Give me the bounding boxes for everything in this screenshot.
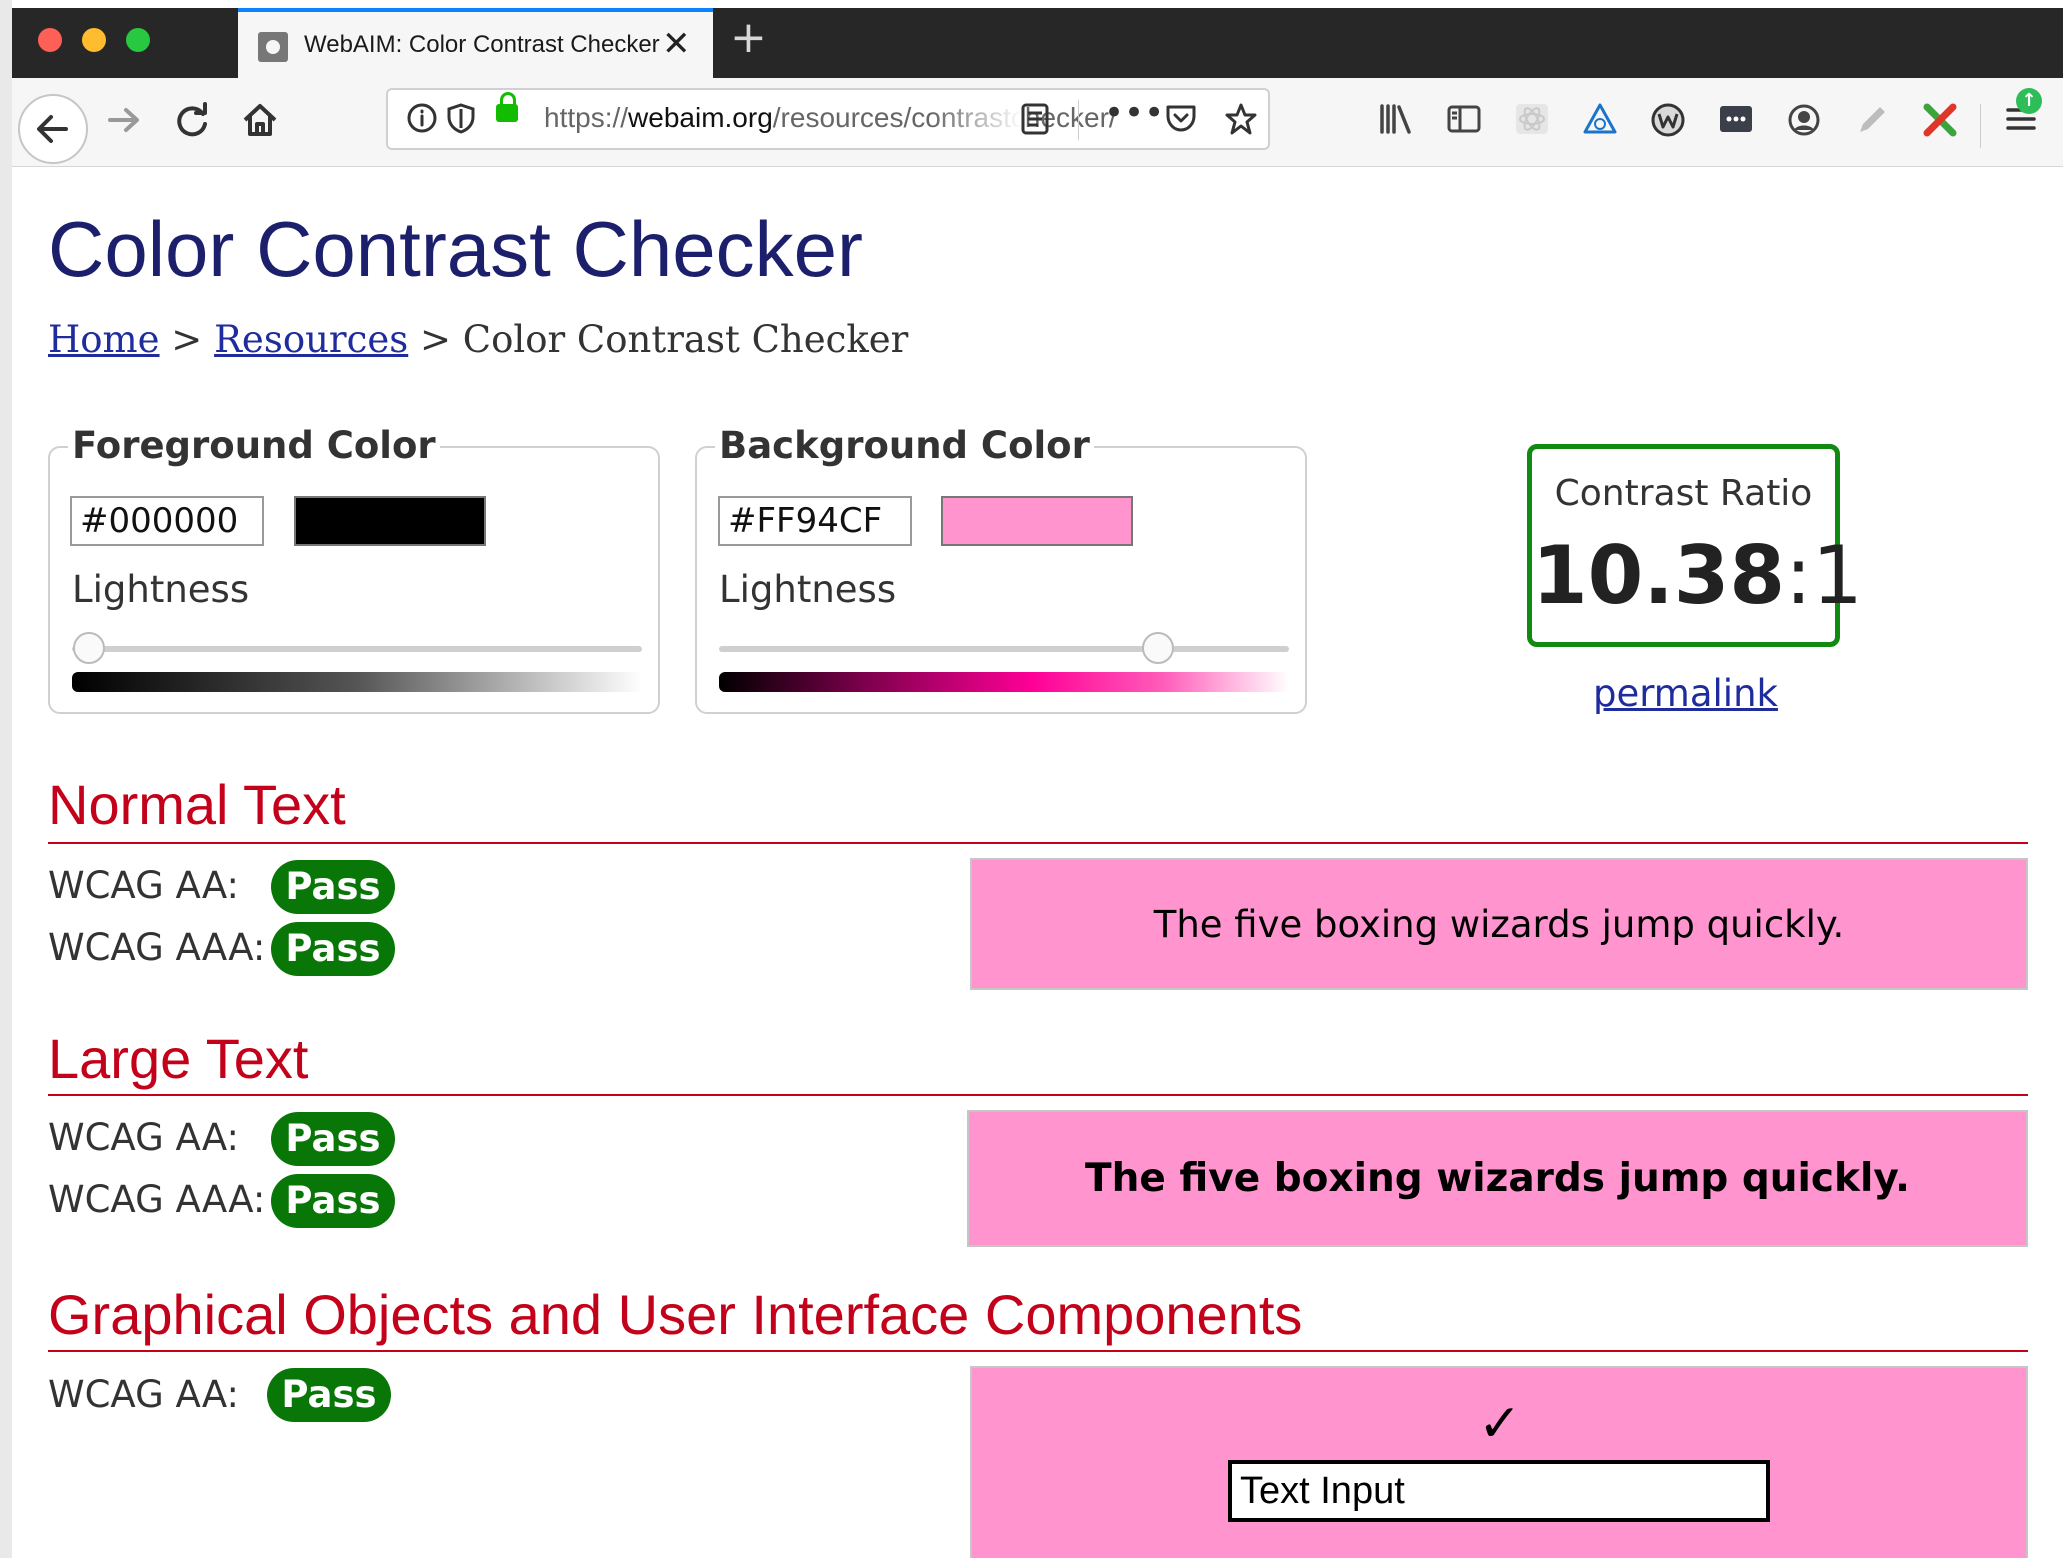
color-picker-extension-icon[interactable]	[1922, 102, 1958, 144]
extension-dots-icon[interactable]	[1718, 102, 1754, 142]
url-host: webaim.org	[628, 102, 773, 133]
foreground-color-picker[interactable]	[294, 496, 486, 546]
section-divider	[48, 1350, 2028, 1352]
contrast-ratio-box: Contrast Ratio 10.38:1	[1527, 444, 1863, 647]
background-color-picker[interactable]	[941, 496, 1133, 546]
sidebar-icon[interactable]	[1446, 102, 1482, 142]
reload-icon	[177, 102, 207, 137]
reader-view-icon[interactable]	[1020, 102, 1050, 142]
breadcrumb-separator: >	[171, 318, 203, 361]
zoom-window-button[interactable]	[126, 28, 150, 52]
url-bar[interactable]: https://webaim.org/resources/contrastche…	[386, 88, 1270, 150]
breadcrumb-home-link[interactable]: Home	[48, 318, 160, 361]
reload-button[interactable]	[172, 100, 212, 147]
back-button[interactable]	[18, 94, 88, 164]
graphical-wcag-aa-label: WCAG AA:	[48, 1373, 239, 1416]
secure-lock-icon[interactable]	[496, 92, 518, 122]
tab-title: WebAIM: Color Contrast Checker	[304, 31, 660, 58]
background-lightness-thumb[interactable]	[1141, 632, 1174, 664]
toolbar-divider	[1980, 104, 1981, 148]
page-actions-icon[interactable]: •••	[1104, 96, 1164, 130]
background-lightness-label: Lightness	[719, 568, 897, 611]
home-icon	[243, 104, 277, 136]
large-text-heading: Large Text	[48, 1027, 309, 1090]
section-divider	[48, 1094, 2028, 1096]
background-lightness-slider[interactable]	[719, 646, 1289, 652]
normal-wcag-aaa-badge: Pass	[271, 922, 395, 976]
contrast-ratio-suffix: :1	[1785, 529, 1863, 622]
pocket-icon[interactable]	[1164, 102, 1198, 140]
update-available-icon[interactable]: ↑	[2016, 88, 2042, 114]
wave-extension-icon[interactable]	[1650, 102, 1686, 144]
browser-window: WebAIM: Color Contrast Checker ✕ + https…	[0, 0, 2063, 1558]
back-arrow-icon	[37, 115, 68, 143]
graphical-objects-heading: Graphical Objects and User Interface Com…	[48, 1283, 1303, 1346]
page-title: Color Contrast Checker	[48, 205, 863, 293]
pencil-icon[interactable]	[1854, 102, 1890, 144]
info-icon[interactable]	[406, 102, 438, 140]
breadcrumb: Home > Resources > Color Contrast Checke…	[48, 318, 908, 361]
foreground-hex-input[interactable]: #000000	[70, 496, 264, 546]
large-text-sample: The five boxing wizards jump quickly.	[1085, 1156, 1910, 1201]
new-tab-button[interactable]: +	[730, 16, 767, 60]
large-text-preview: The five boxing wizards jump quickly.	[967, 1110, 2028, 1247]
contrast-ratio-value: 10.38:1	[1532, 529, 1863, 622]
breadcrumb-resources-link[interactable]: Resources	[214, 318, 408, 361]
close-tab-icon[interactable]: ✕	[662, 24, 691, 64]
foreground-lightness-gradient	[72, 672, 642, 692]
foreground-color-legend: Foreground Color	[68, 424, 440, 467]
large-wcag-aaa-badge: Pass	[271, 1174, 395, 1228]
tab-webaim[interactable]: WebAIM: Color Contrast Checker ✕	[238, 8, 713, 78]
normal-wcag-aaa-label: WCAG AAA:	[48, 926, 266, 969]
section-divider	[48, 842, 2028, 844]
normal-text-preview: The five boxing wizards jump quickly.	[970, 858, 2028, 990]
foreground-lightness-thumb[interactable]	[73, 632, 106, 664]
contrast-ratio-number: 10.38	[1532, 529, 1786, 622]
background-color-legend: Background Color	[715, 424, 1094, 467]
normal-text-heading: Normal Text	[48, 773, 346, 836]
normal-wcag-aa-label: WCAG AA:	[48, 864, 239, 907]
bookmark-star-icon[interactable]	[1224, 102, 1258, 142]
account-icon[interactable]	[1786, 102, 1822, 144]
large-wcag-aa-badge: Pass	[271, 1112, 395, 1166]
large-wcag-aaa-label: WCAG AAA:	[48, 1178, 266, 1221]
tracking-protection-shield-icon[interactable]	[446, 102, 476, 140]
permalink-link[interactable]: permalink	[1593, 672, 1778, 715]
foreground-lightness-slider[interactable]	[72, 646, 642, 652]
breadcrumb-separator: >	[420, 318, 452, 361]
contrast-ratio-label: Contrast Ratio	[1554, 473, 1813, 514]
url-fade	[932, 90, 1022, 148]
background-lightness-gradient	[719, 672, 1289, 692]
url-divider	[1078, 100, 1079, 140]
close-window-button[interactable]	[38, 28, 62, 52]
window-edge	[0, 0, 12, 1558]
webaim-favicon-icon	[258, 32, 288, 62]
normal-text-sample: The five boxing wizards jump quickly.	[1153, 902, 1845, 946]
forward-button[interactable]	[104, 100, 144, 147]
foreground-lightness-label: Lightness	[72, 568, 250, 611]
url-scheme: https://	[544, 102, 629, 133]
forward-arrow-icon	[108, 108, 139, 132]
home-button[interactable]	[240, 100, 280, 147]
graphical-wcag-aa-badge: Pass	[267, 1368, 391, 1422]
axe-devtools-icon[interactable]	[1582, 102, 1618, 142]
large-wcag-aa-label: WCAG AA:	[48, 1116, 239, 1159]
react-devtools-icon[interactable]	[1514, 102, 1550, 142]
library-icon[interactable]	[1378, 102, 1414, 142]
text-input-sample[interactable]: Text Input	[1228, 1460, 1770, 1522]
checkmark-icon: ✓	[1478, 1394, 1522, 1454]
minimize-window-button[interactable]	[82, 28, 106, 52]
normal-wcag-aa-badge: Pass	[271, 860, 395, 914]
breadcrumb-current: Color Contrast Checker	[462, 318, 909, 361]
background-hex-input[interactable]: #FF94CF	[718, 496, 912, 546]
